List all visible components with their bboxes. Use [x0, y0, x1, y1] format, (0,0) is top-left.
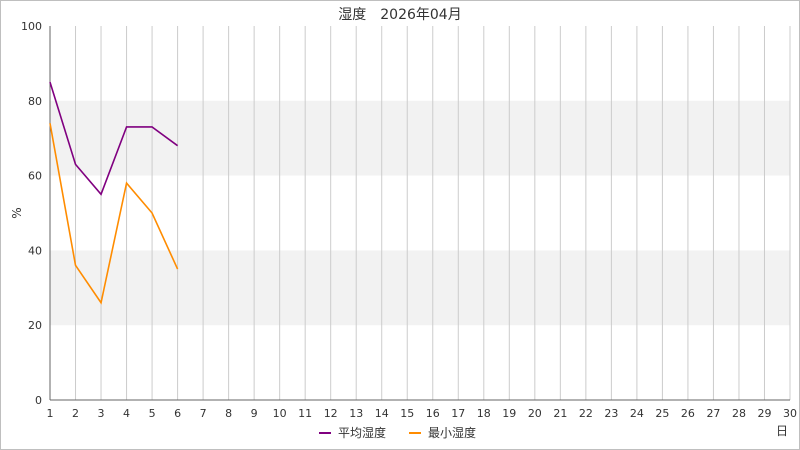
y-tick-label-100: 100: [21, 20, 42, 33]
x-tick-label-4: 4: [123, 407, 130, 420]
x-tick-label-2: 2: [72, 407, 79, 420]
x-tick-label-26: 26: [681, 407, 695, 420]
x-tick-label-5: 5: [149, 407, 156, 420]
x-tick-label-23: 23: [604, 407, 618, 420]
x-tick-label-8: 8: [225, 407, 232, 420]
x-tick-label-9: 9: [251, 407, 258, 420]
y-tick-labels: 0 20 40 60 80 100: [21, 20, 42, 407]
x-tick-label-25: 25: [655, 407, 669, 420]
x-tick-label-1: 1: [47, 407, 54, 420]
x-tick-label-11: 11: [298, 407, 312, 420]
x-tick-label-20: 20: [528, 407, 542, 420]
x-tick-label-6: 6: [174, 407, 181, 420]
chart-title: 湿度 2026年04月: [338, 7, 461, 23]
x-tick-label-27: 27: [706, 407, 720, 420]
y-tick-label-20: 20: [28, 319, 42, 332]
chart-frame: 湿度 2026年04月 1 2 3 4 5 6 7 8 9 10 11 12 13 14 15 16 17 18 1…: [0, 0, 800, 450]
x-tick-label-29: 29: [757, 407, 771, 420]
x-tick-label-28: 28: [732, 407, 746, 420]
x-tick-label-3: 3: [98, 407, 105, 420]
y-axis-label: %: [10, 207, 24, 218]
x-tick-label-14: 14: [375, 407, 389, 420]
x-axis-label: 日: [776, 424, 788, 438]
x-tick-label-13: 13: [349, 407, 363, 420]
x-tick-label-16: 16: [426, 407, 440, 420]
x-tick-label-19: 19: [502, 407, 516, 420]
y-tick-label-0: 0: [35, 394, 42, 407]
x-tick-label-17: 17: [451, 407, 465, 420]
x-tick-label-18: 18: [477, 407, 491, 420]
band-20-40: [50, 250, 790, 326]
legend: 平均湿度 最小湿度: [319, 425, 476, 440]
vertical-gridlines: [49, 26, 791, 400]
y-tick-label-40: 40: [28, 244, 42, 257]
x-tick-label-24: 24: [630, 407, 644, 420]
legend-label-1: 平均湿度: [338, 425, 386, 440]
x-tick-label-21: 21: [553, 407, 567, 420]
humidity-line-chart: 湿度 2026年04月 1 2 3 4 5 6 7 8 9 10 11 12 13 14 15 16 17 18 1…: [10, 7, 798, 440]
x-tick-label-15: 15: [400, 407, 414, 420]
x-tick-label-30: 30: [783, 407, 797, 420]
x-tick-label-12: 12: [324, 407, 338, 420]
band-60-80: [50, 100, 790, 176]
y-tick-label-60: 60: [28, 170, 42, 183]
x-tick-label-7: 7: [200, 407, 207, 420]
y-tick-label-80: 80: [28, 95, 42, 108]
x-tick-label-10: 10: [273, 407, 287, 420]
x-tick-label-22: 22: [579, 407, 593, 420]
axes: [49, 26, 790, 401]
legend-label-2: 最小湿度: [428, 425, 476, 440]
x-tick-labels: 1 2 3 4 5 6 7 8 9 10 11 12 13 14 15 16 17 18 19 20 21 22 23 24 2…: [47, 407, 798, 420]
